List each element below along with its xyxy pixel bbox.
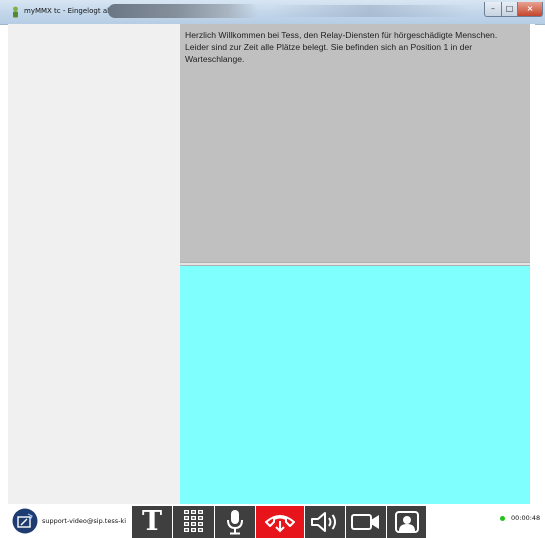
video-sidebar (8, 24, 181, 504)
speaker-icon (311, 512, 336, 532)
speaker-button[interactable] (305, 506, 345, 538)
self-view-icon (394, 511, 419, 533)
message-panel: Herzlich Willkommen bei Tess, den Relay-… (180, 24, 530, 262)
title-bar[interactable]: myMMX tc - Eingelogt als – □ × (0, 0, 545, 25)
app-icon (13, 6, 18, 18)
welcome-message: Herzlich Willkommen bei Tess, den Relay-… (185, 30, 498, 64)
app-window: myMMX tc - Eingelogt als – □ × Herzlich … (0, 0, 545, 538)
maximize-button[interactable]: □ (501, 2, 518, 17)
redacted-user-name (108, 4, 258, 18)
camera-icon (351, 514, 379, 530)
minimize-icon: – (491, 4, 495, 13)
hangup-icon (265, 515, 295, 533)
microphone-button[interactable] (215, 506, 255, 538)
call-timer: 00:00:48 (511, 514, 541, 522)
hangup-button[interactable] (256, 506, 304, 538)
close-button[interactable]: × (517, 2, 543, 17)
self-view-button[interactable] (387, 506, 426, 538)
logo-icon[interactable] (12, 508, 38, 534)
close-icon: × (526, 4, 534, 13)
minimize-button[interactable]: – (484, 2, 502, 17)
camera-button[interactable] (346, 506, 386, 538)
microphone-icon (227, 510, 243, 535)
text-input-panel[interactable] (180, 266, 530, 504)
text-mode-button[interactable]: T (132, 506, 172, 538)
window-title: myMMX tc - Eingelogt als (24, 7, 113, 15)
title-bar-blur (270, 5, 470, 17)
maximize-icon: □ (505, 4, 514, 13)
dialpad-icon (183, 510, 203, 532)
connection-status-indicator (500, 516, 505, 521)
dialpad-button[interactable] (173, 506, 214, 538)
account-label: support-video@sip.tess-ki (42, 517, 127, 525)
text-mode-icon: T (141, 506, 163, 537)
